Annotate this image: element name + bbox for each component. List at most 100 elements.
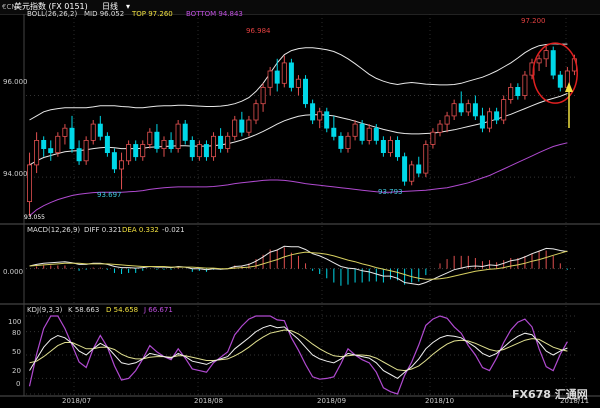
candle-body [479,115,485,129]
x-label-aug: 2018/08 [194,397,224,405]
candle-body [423,144,429,174]
candle-body [522,74,528,96]
kdj-d-label: D 54.658 [106,306,139,314]
candle-body [175,123,181,149]
candle-body [515,87,521,97]
candle-body [550,50,556,76]
candle-body [324,111,330,129]
candle-body [380,139,386,153]
candle-body [126,144,132,162]
candle-body [232,119,238,137]
candle-body [317,111,323,121]
boll-mid-line [29,93,568,166]
macd-diff-label: DIFF 0.321 [84,226,122,234]
kdj-k-label: K 58.663 [68,306,100,314]
candle-body [402,156,408,182]
candle-body [345,135,351,149]
candle-body [295,78,301,88]
candle-body [281,62,287,84]
kdj-tick-100: 100 [8,318,22,326]
kdj-tick-50: 50 [12,348,21,356]
x-label-sep: 2018/09 [317,397,347,405]
watermark-logo: FX678 汇通网 [512,388,588,401]
kdj-tick-80: 80 [12,329,21,337]
candle-body [168,139,174,149]
candle-body [239,119,245,133]
candle-body [536,58,542,64]
macd-dea-label: DEA 0.332 [122,226,159,234]
candle-body [494,111,500,121]
candle-body [196,144,202,158]
candle-body [430,131,436,145]
kdj-indicator-label: KDJ(9,3,3) [27,306,63,314]
annotation-high-1: 96.984 [246,27,271,35]
candle-body [437,123,443,133]
candle-body [26,164,32,202]
candle-body [225,135,231,149]
x-label-oct: 2018/10 [425,397,455,405]
candle-body [501,99,507,121]
candle-body [218,135,224,149]
candle-body [267,70,273,88]
macd-tick-zero: 0.000 [3,268,24,276]
price-low-corner-label: 93.055 [24,214,45,221]
candle-body [189,139,195,158]
candle-body [76,148,82,162]
macd-hist-label: -0.021 [162,226,185,234]
boll-top-label: TOP 97.260 [132,10,173,18]
candle-body [55,135,61,154]
candle-body [338,135,344,149]
chart-canvas [0,14,600,397]
candle-body [352,123,358,137]
candle-body [119,160,125,170]
candle-body [203,144,209,158]
boll-indicator-label: BOLL(26,26,2) [27,10,78,18]
annotation-low-2: 93.793 [378,188,403,196]
candle-body [331,127,337,137]
candle-body [34,139,40,166]
candle-body [416,164,422,174]
candle-body [557,74,563,88]
candle-body [253,103,259,121]
candle-body [41,139,47,149]
candle-body [90,123,96,141]
kdj-tick-0: 0 [16,380,21,388]
candle-body [444,115,450,125]
candle-body [111,152,117,170]
boll-mid-label: MID 96.052 [84,10,125,18]
candle-body [140,144,146,158]
candle-body [486,111,492,129]
kdj-tick-20: 20 [12,367,21,375]
candle-body [465,103,471,113]
annotation-low-1: 93.697 [97,191,122,199]
candle-body [288,62,294,88]
candle-body [62,127,68,137]
candle-body [246,119,252,133]
candle-body [409,164,415,182]
candle-body [97,123,103,137]
candle-body [366,127,372,141]
candle-body [302,78,308,105]
price-tick-96: 96.000 [3,78,28,86]
candle-body [451,103,457,117]
candle-body [48,148,54,154]
candle-body [472,103,478,117]
candle-body [274,70,280,84]
candle-body [310,103,316,121]
candle-body [154,131,160,149]
candle-body [104,135,110,154]
candle-body [83,139,89,162]
x-label-jul: 2018/07 [62,397,92,405]
candle-body [508,87,514,101]
candle-body [161,139,167,149]
candle-body [69,127,75,149]
candle-body [373,127,379,141]
candle-body [210,135,216,158]
candle-body [133,144,139,158]
kdj-j-label: J 66.671 [144,306,173,314]
candle-body [394,139,400,158]
candle-body [147,131,153,145]
candle-body [543,50,549,60]
price-tick-94: 94.000 [3,170,28,178]
annotation-high-2: 97.200 [521,17,546,25]
